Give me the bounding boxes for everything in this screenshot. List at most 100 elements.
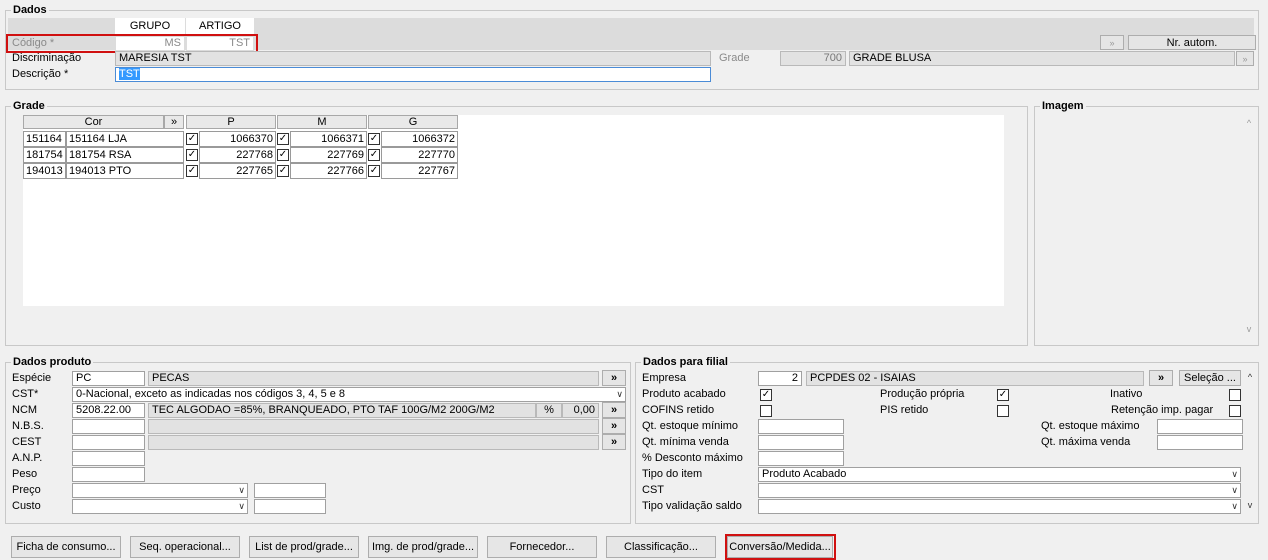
- grid-row-name[interactable]: 151164 LJA: [66, 131, 184, 147]
- chevron-down-icon: ∨: [1231, 469, 1238, 479]
- tipo-item-select[interactable]: Produto Acabado ∨: [758, 467, 1241, 482]
- grid-header-cor[interactable]: Cor: [23, 115, 164, 129]
- grid-checkbox-m[interactable]: ✓: [277, 165, 289, 177]
- custo-label: Custo: [12, 500, 41, 512]
- cest-code-field[interactable]: [72, 435, 145, 450]
- grid-header-m[interactable]: M: [277, 115, 367, 129]
- cest-expand-button[interactable]: »: [602, 434, 626, 450]
- grid-cell-p[interactable]: 227765: [199, 163, 276, 179]
- grid-header-p[interactable]: P: [186, 115, 276, 129]
- peso-label: Peso: [12, 468, 38, 480]
- codigo-lookup-button[interactable]: »: [1100, 35, 1124, 50]
- qt-minima-venda-field[interactable]: [758, 435, 844, 450]
- tipo-validacao-label: Tipo validação saldo: [642, 500, 742, 512]
- empresa-name-field[interactable]: PCPDES 02 - ISAIAS: [806, 371, 1144, 386]
- grid-cell-m[interactable]: 227769: [290, 147, 367, 163]
- discriminacao-field[interactable]: MARESIA TST: [115, 51, 711, 66]
- imagem-group: Imagem: [1034, 100, 1259, 346]
- classificacao-button[interactable]: Classificação...: [606, 536, 716, 558]
- especie-expand-button[interactable]: »: [602, 370, 626, 386]
- custo-value-field[interactable]: [254, 499, 326, 514]
- grid-row-name[interactable]: 181754 RSA: [66, 147, 184, 163]
- imagem-scroll-up-icon[interactable]: ^: [1243, 118, 1255, 128]
- grid-expand-button[interactable]: »: [164, 115, 184, 129]
- ncm-label: NCM: [12, 404, 38, 416]
- imagem-scroll-down-icon[interactable]: v: [1243, 324, 1255, 334]
- dados-legend: Dados: [11, 4, 49, 17]
- anp-label: A.N.P.: [12, 452, 43, 464]
- qt-estoque-maximo-field[interactable]: [1157, 419, 1243, 434]
- grid-checkbox-g[interactable]: ✓: [368, 149, 380, 161]
- grid-checkbox-m[interactable]: ✓: [277, 149, 289, 161]
- cofins-label: COFINS retido: [642, 404, 715, 416]
- tipo-item-value: Produto Acabado: [762, 468, 847, 480]
- cst-select[interactable]: 0-Nacional, exceto as indicadas nos códi…: [72, 387, 626, 402]
- empresa-expand-button[interactable]: »: [1149, 370, 1173, 386]
- selecao-button[interactable]: Seleção ...: [1179, 370, 1241, 386]
- grid-row-code[interactable]: 181754: [23, 147, 66, 163]
- ficha-consumo-button[interactable]: Ficha de consumo...: [11, 536, 121, 558]
- peso-field[interactable]: [72, 467, 145, 482]
- grade-lookup-button[interactable]: »: [1236, 51, 1254, 66]
- ncm-code-field[interactable]: 5208.22.00: [72, 403, 145, 418]
- img-prod-grade-button[interactable]: Img. de prod/grade...: [368, 536, 478, 558]
- grid-checkbox-p[interactable]: ✓: [186, 165, 198, 177]
- grid-cell-m[interactable]: 227766: [290, 163, 367, 179]
- nr-autom-button[interactable]: Nr. autom.: [1128, 35, 1256, 50]
- descricao-label: Descrição *: [12, 68, 69, 80]
- grid-checkbox-m[interactable]: ✓: [277, 133, 289, 145]
- filial-cst-select[interactable]: ∨: [758, 483, 1241, 498]
- pis-checkbox[interactable]: [997, 405, 1009, 417]
- grid-cell-p[interactable]: 227768: [199, 147, 276, 163]
- especie-code-field[interactable]: PC: [72, 371, 145, 386]
- custo-select[interactable]: ∨: [72, 499, 248, 514]
- grid-cell-p[interactable]: 1066370: [199, 131, 276, 147]
- grid-checkbox-p[interactable]: ✓: [186, 133, 198, 145]
- nbs-code-field[interactable]: [72, 419, 145, 434]
- ncm-pct-field[interactable]: 0,00: [562, 403, 599, 418]
- producao-propria-checkbox[interactable]: ✓: [997, 389, 1009, 401]
- grid-checkbox-g[interactable]: ✓: [368, 133, 380, 145]
- filial-scroll-up-icon[interactable]: ^: [1244, 372, 1256, 382]
- anp-field[interactable]: [72, 451, 145, 466]
- produto-acabado-checkbox[interactable]: ✓: [760, 389, 772, 401]
- descricao-field[interactable]: TST: [115, 67, 711, 82]
- grid-cell-m[interactable]: 1066371: [290, 131, 367, 147]
- empresa-code-field[interactable]: 2: [758, 371, 802, 386]
- grid-cell-g[interactable]: 227767: [381, 163, 458, 179]
- desconto-maximo-label: % Desconto máximo: [642, 452, 743, 464]
- filial-scroll-down-icon[interactable]: v: [1244, 500, 1256, 510]
- grid-header-g[interactable]: G: [368, 115, 458, 129]
- grid-row-code[interactable]: 151164: [23, 131, 66, 147]
- cofins-checkbox[interactable]: [760, 405, 772, 417]
- qt-maxima-venda-field[interactable]: [1157, 435, 1243, 450]
- nbs-expand-button[interactable]: »: [602, 418, 626, 434]
- desconto-maximo-field[interactable]: [758, 451, 844, 466]
- grid-checkbox-g[interactable]: ✓: [368, 165, 380, 177]
- retencao-checkbox[interactable]: [1229, 405, 1241, 417]
- ncm-expand-button[interactable]: »: [602, 402, 626, 418]
- cest-label: CEST: [12, 436, 42, 448]
- seq-operacional-button[interactable]: Seq. operacional...: [130, 536, 240, 558]
- tipo-validacao-select[interactable]: ∨: [758, 499, 1241, 514]
- cest-desc-field[interactable]: [148, 435, 599, 450]
- preco-select[interactable]: ∨: [72, 483, 248, 498]
- grid-cell-g[interactable]: 227770: [381, 147, 458, 163]
- chevron-down-icon: ∨: [1231, 485, 1238, 495]
- nbs-desc-field[interactable]: [148, 419, 599, 434]
- grid-checkbox-p[interactable]: ✓: [186, 149, 198, 161]
- qt-estoque-minimo-field[interactable]: [758, 419, 844, 434]
- grade-name-field[interactable]: GRADE BLUSA: [849, 51, 1235, 66]
- conversao-highlight-box: [725, 534, 836, 560]
- inativo-checkbox[interactable]: [1229, 389, 1241, 401]
- grid-row-code[interactable]: 194013: [23, 163, 66, 179]
- preco-value-field[interactable]: [254, 483, 326, 498]
- ncm-desc-field[interactable]: TEC ALGODAO =85%, BRANQUEADO, PTO TAF 10…: [148, 403, 536, 418]
- filial-legend: Dados para filial: [641, 356, 730, 369]
- especie-name-field[interactable]: PECAS: [148, 371, 599, 386]
- fornecedor-button[interactable]: Fornecedor...: [487, 536, 597, 558]
- grid-row-name[interactable]: 194013 PTO: [66, 163, 184, 179]
- grid-cell-g[interactable]: 1066372: [381, 131, 458, 147]
- grade-code-field[interactable]: 700: [780, 51, 846, 66]
- list-prod-grade-button[interactable]: List de prod/grade...: [249, 536, 359, 558]
